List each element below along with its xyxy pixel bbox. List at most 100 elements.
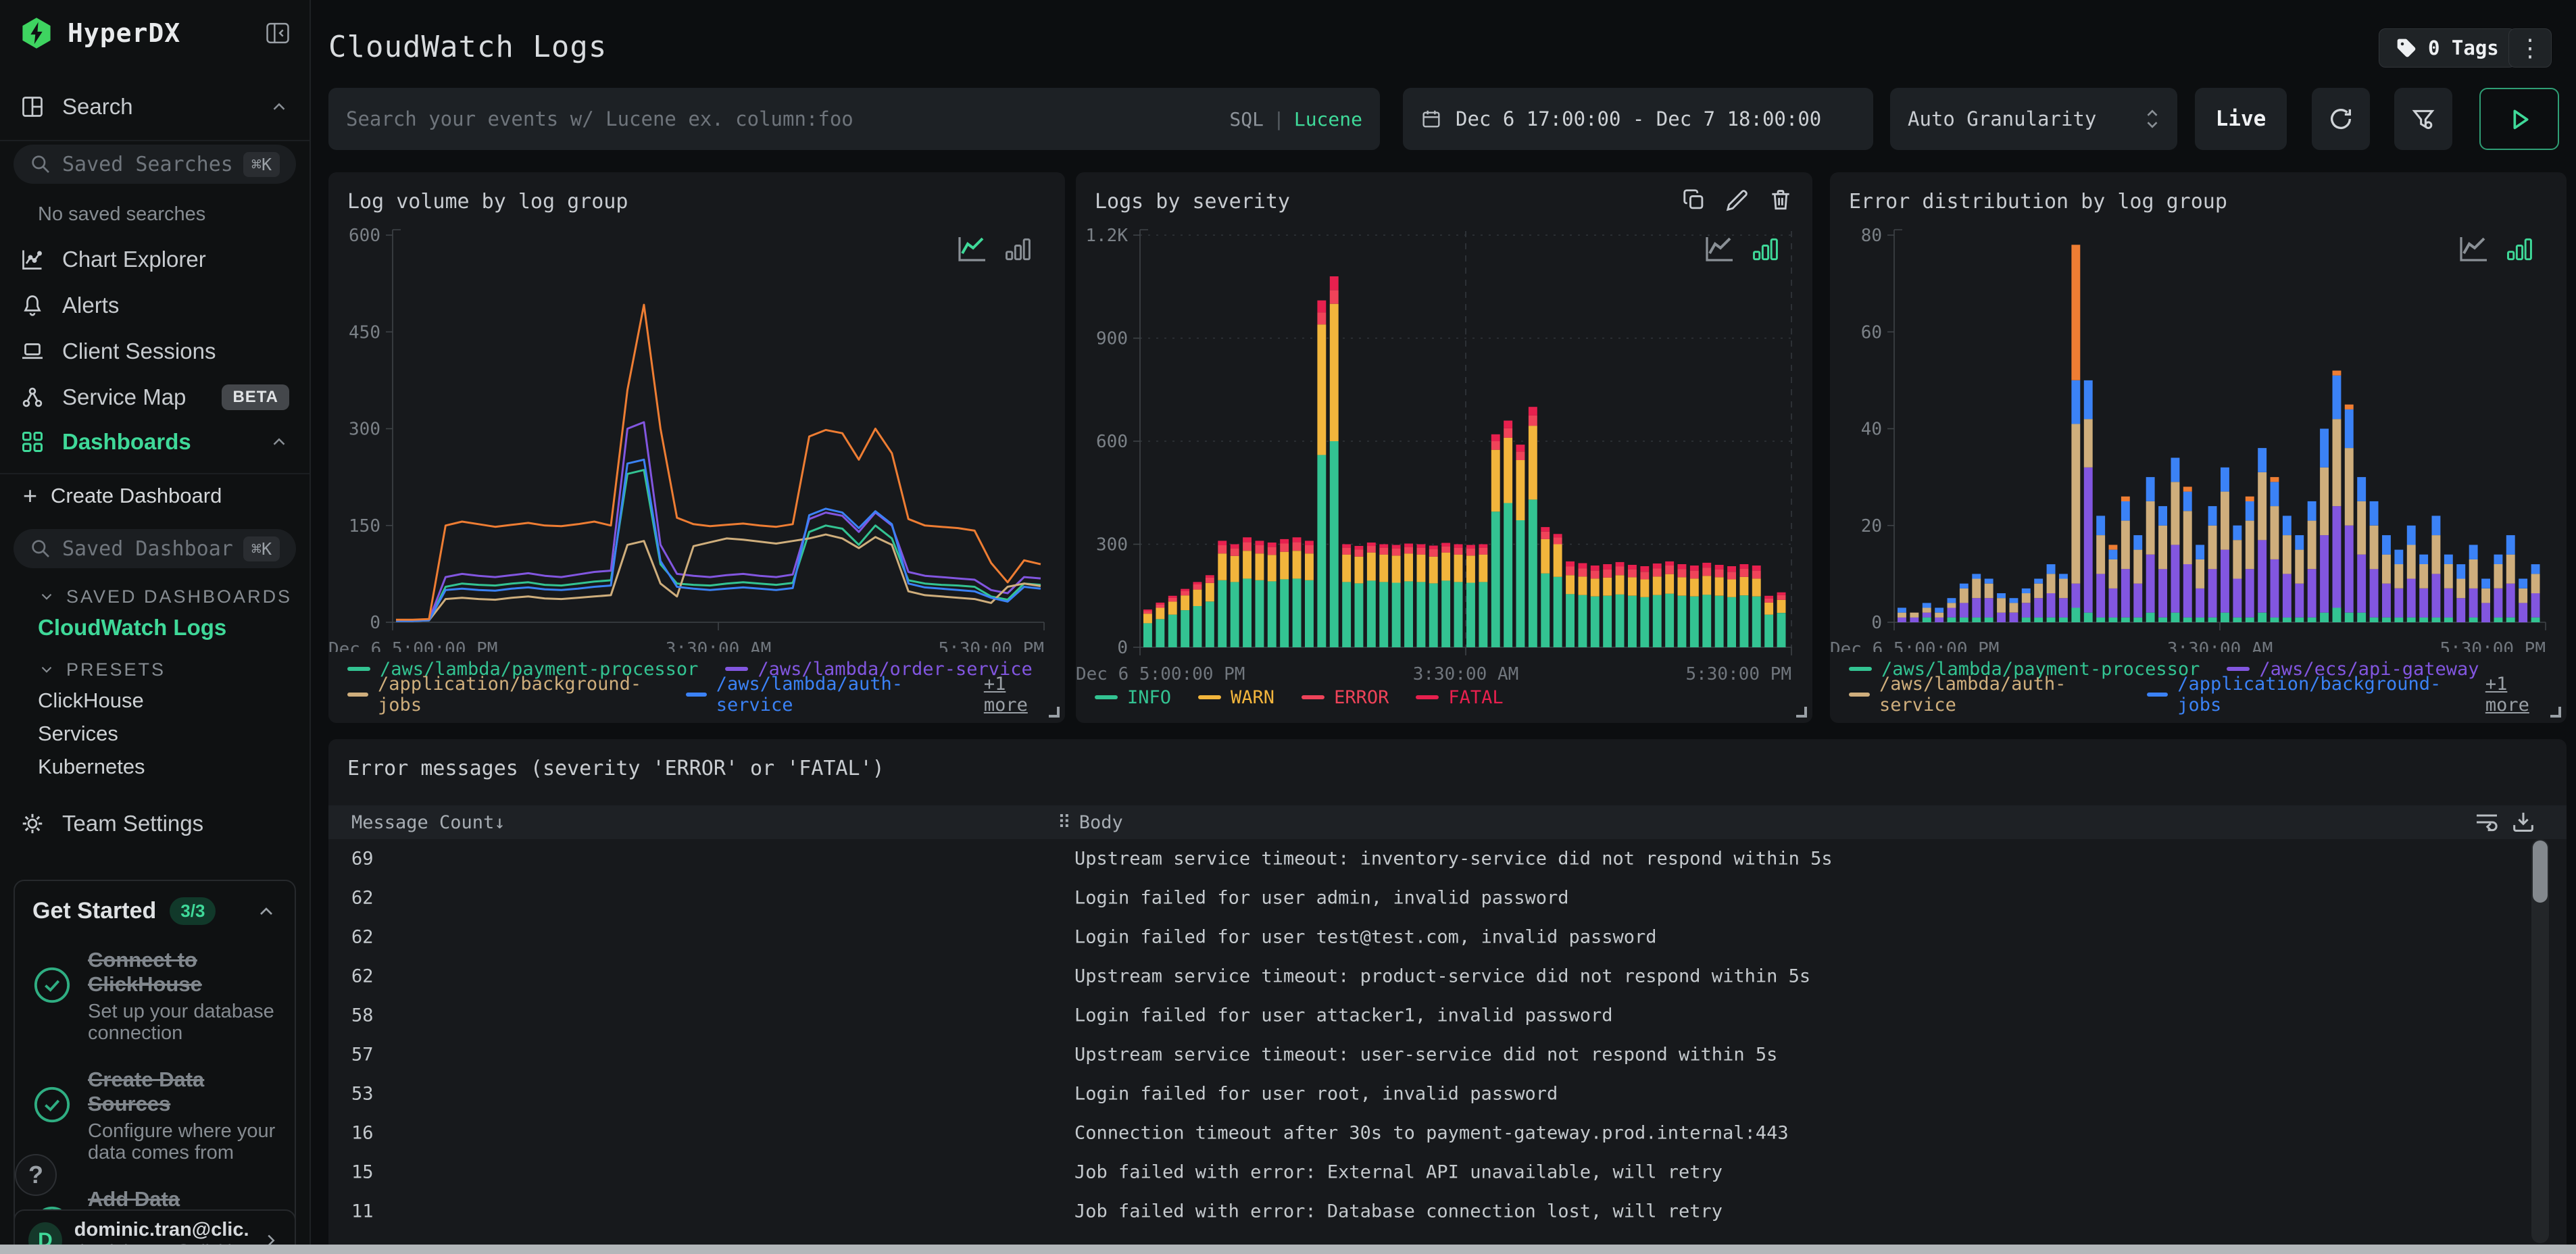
event-search-input[interactable] [346, 107, 1216, 130]
beta-badge: BETA [222, 384, 289, 410]
table-scrollbar[interactable] [2531, 839, 2549, 1243]
duplicate-icon[interactable] [1681, 187, 1707, 213]
drag-handle-icon[interactable]: ⠿ [1058, 812, 1071, 833]
legend-more-link[interactable]: +1 more [984, 674, 1054, 716]
logs-by-severity-chart[interactable]: 0 300 600 900 1.2K Dec 6 5:00:00 PM 3:30:00 AM… [1076, 220, 1812, 693]
section-presets[interactable]: PRESETS [38, 657, 309, 682]
legend-item[interactable]: /application/background-jobs [2147, 674, 2458, 716]
bar-chart-toggle-icon[interactable] [1750, 234, 1780, 264]
table-row[interactable]: 16 Connection timeout after 30s to paymen… [328, 1113, 2567, 1153]
get-started-step-sources[interactable]: Create Data Sources Configure where your… [32, 1068, 277, 1164]
shortcut-badge: ⌘K [243, 536, 280, 561]
event-search-box[interactable]: SQL | Lucene [328, 88, 1380, 150]
table-row[interactable]: 62 Login failed for user admin, invalid p… [328, 878, 2567, 918]
wrap-text-icon[interactable] [2473, 809, 2500, 836]
refresh-button[interactable] [2312, 88, 2370, 150]
legend-item[interactable]: /aws/lambda/auth-service [1849, 674, 2120, 716]
filter-button[interactable] [2394, 88, 2452, 150]
sidebar-item-client-sessions[interactable]: Client Sessions [0, 335, 309, 368]
sidebar-item-alerts[interactable]: Alerts [0, 289, 309, 322]
sidebar-item-search[interactable]: Search [0, 91, 309, 123]
edit-icon[interactable] [1725, 187, 1750, 213]
chevron-up-icon[interactable] [269, 432, 289, 452]
granularity-select[interactable]: Auto Granularity [1890, 88, 2177, 150]
download-icon[interactable] [2510, 809, 2537, 836]
sidebar-preset-kubernetes[interactable]: Kubernetes [38, 753, 309, 780]
table-row[interactable]: 69 Upstream service timeout: inventory-se… [328, 839, 2567, 878]
legend-item[interactable]: ERROR [1302, 687, 1389, 708]
table-row[interactable]: 11 Job failed with error: Database connec… [328, 1192, 2567, 1231]
svg-text:40: 40 [1861, 420, 1882, 440]
table-row[interactable]: 57 Upstream service timeout: user-service… [328, 1035, 2567, 1074]
svg-text:80: 80 [1861, 226, 1882, 246]
line-chart-toggle-icon[interactable] [1703, 234, 1735, 264]
resize-handle[interactable] [2550, 707, 2561, 718]
legend-item[interactable]: INFO [1095, 687, 1171, 708]
table-row[interactable]: 62 Login failed for user test@test.com, i… [328, 918, 2567, 957]
table-row[interactable]: 62 Upstream service timeout: product-serv… [328, 957, 2567, 996]
table-row[interactable]: 53 Login failed for user root, invalid pa… [328, 1074, 2567, 1113]
svg-text:300: 300 [349, 420, 380, 440]
chart-type-toggle[interactable] [1703, 234, 1780, 264]
legend-item[interactable]: WARN [1198, 687, 1274, 708]
legend-more-link[interactable]: +1 more [2485, 674, 2556, 716]
table-row[interactable]: 58 Login failed for user attacker1, inval… [328, 996, 2567, 1035]
chart-type-toggle[interactable] [2457, 234, 2534, 264]
body-cell: Upstream service timeout: inventory-serv… [1074, 848, 1833, 870]
resize-handle[interactable] [1049, 707, 1060, 718]
column-header-body[interactable]: ⠿ Body [1058, 805, 1123, 839]
bar-chart-toggle-icon[interactable] [1003, 234, 1033, 264]
log-volume-chart[interactable]: 0 150 300 450 600 Dec 6 5:00:00 PM 3:30:00 AM 5… [328, 220, 1065, 652]
line-chart-toggle-icon[interactable] [956, 234, 988, 264]
shortcut-badge: ⌘K [243, 151, 280, 177]
progress-badge: 3/3 [170, 897, 216, 925]
sort-desc-icon[interactable]: ↓ [494, 812, 505, 833]
live-button[interactable]: Live [2195, 88, 2287, 150]
legend-item[interactable]: /application/background-jobs [347, 674, 659, 716]
trash-icon[interactable] [1768, 187, 1793, 213]
chart-type-toggle[interactable] [956, 234, 1033, 264]
sidebar-collapse-icon[interactable] [265, 22, 291, 45]
get-started-step-connect[interactable]: Connect to ClickHouse Set up your databa… [32, 948, 277, 1045]
saved-searches-input[interactable]: ⌘K [14, 145, 296, 184]
section-saved-dashboards[interactable]: SAVED DASHBOARDS [38, 584, 309, 609]
horizontal-scrollbar[interactable] [0, 1245, 2576, 1254]
svg-text:0: 0 [1117, 638, 1128, 658]
error-distribution-chart[interactable]: 0 20 40 60 80 Dec 6 5:00:00 PM 3:30:00 AM 5:30:… [1830, 220, 2567, 652]
sidebar-item-dashboards[interactable]: Dashboards [0, 426, 309, 458]
line-chart-toggle-icon[interactable] [2457, 234, 2490, 264]
table-header: Message Count ↓ ⠿ Body [328, 805, 2567, 839]
resize-handle[interactable] [1796, 707, 1807, 718]
column-header-message-count[interactable]: Message Count ↓ [351, 805, 505, 839]
plus-icon: + [23, 482, 38, 509]
sidebar-preset-clickhouse[interactable]: ClickHouse [38, 687, 309, 714]
saved-dashboards-input[interactable]: ⌘K [14, 529, 296, 568]
sidebar-item-service-map[interactable]: Service Map BETA [0, 381, 309, 413]
chevron-up-icon[interactable] [269, 97, 289, 117]
tags-button[interactable]: 0 Tags [2379, 28, 2516, 68]
help-button[interactable]: ? [15, 1154, 57, 1196]
body-cell: Login failed for user attacker1, invalid… [1074, 1005, 1613, 1026]
sidebar-preset-services[interactable]: Services [38, 720, 309, 747]
language-toggle[interactable]: SQL | Lucene [1229, 108, 1362, 130]
message-count-cell: 58 [351, 1005, 374, 1026]
table-row[interactable]: 15 Job failed with error: External API un… [328, 1153, 2567, 1192]
sidebar-dashboard-cloudwatch-logs[interactable]: CloudWatch Logs [38, 614, 309, 641]
create-dashboard-button[interactable]: + Create Dashboard [0, 481, 309, 511]
panel-actions [1681, 187, 1793, 213]
run-query-button[interactable] [2479, 88, 2559, 150]
sidebar-item-chart-explorer[interactable]: Chart Explorer [0, 243, 309, 276]
more-menu-button[interactable]: ⋮ [2508, 28, 2552, 68]
legend-item[interactable]: /aws/lambda/auth-service [685, 674, 957, 716]
date-range-picker[interactable]: Dec 6 17:00:00 - Dec 7 18:00:00 [1403, 88, 1873, 150]
funnel-icon [2412, 109, 2435, 129]
legend-item[interactable]: FATAL [1416, 687, 1504, 708]
chevron-up-icon[interactable] [255, 901, 277, 922]
scrollbar-thumb[interactable] [2533, 841, 2548, 903]
message-count-cell: 11 [351, 1201, 374, 1222]
legend-swatch [1095, 695, 1118, 699]
sidebar-item-team-settings[interactable]: Team Settings [0, 807, 309, 840]
message-count-cell: 62 [351, 887, 374, 909]
bar-chart-toggle-icon[interactable] [2504, 234, 2534, 264]
divider [0, 140, 309, 141]
